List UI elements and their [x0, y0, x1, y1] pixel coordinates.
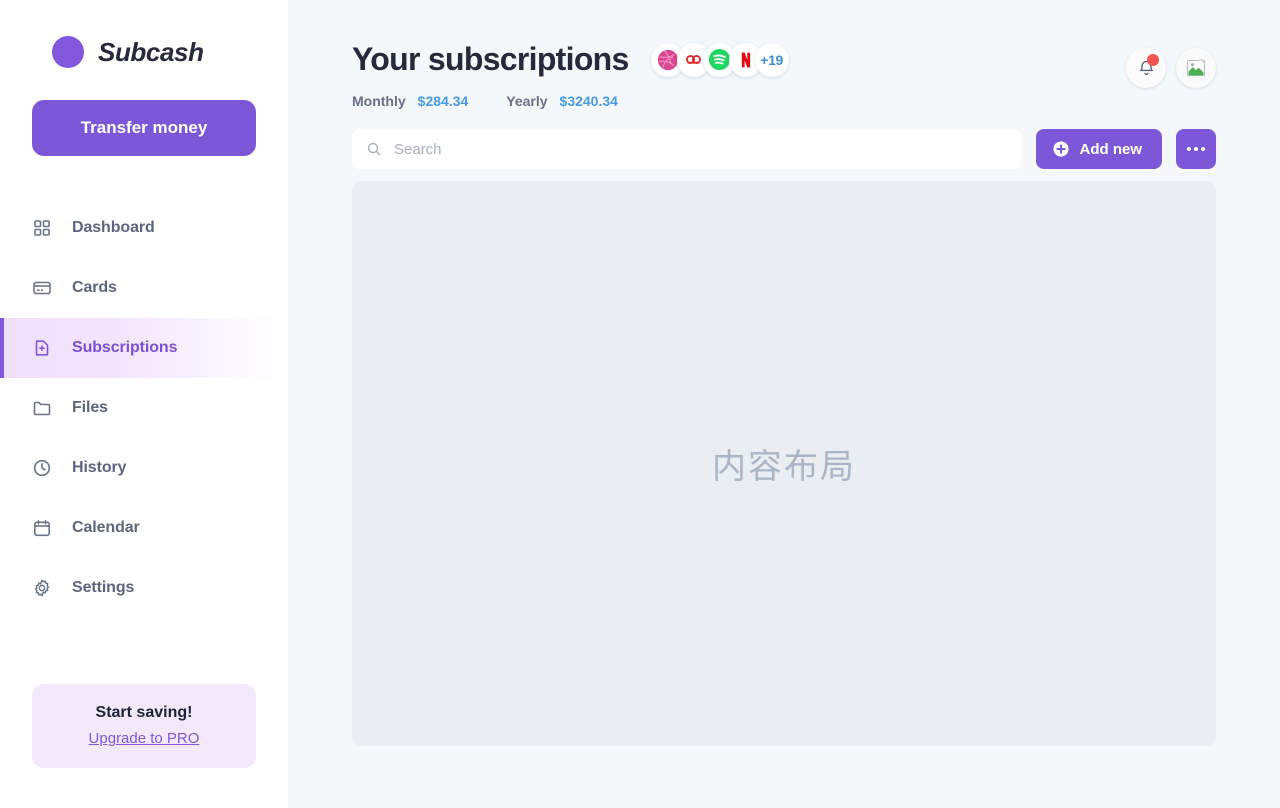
grid-icon: [32, 218, 52, 238]
monthly-label: Monthly: [352, 93, 406, 110]
monthly-value: $284.34: [417, 93, 469, 110]
notification-badge: [1147, 54, 1159, 66]
broken-image-icon: [1186, 58, 1206, 77]
header-actions: [1126, 42, 1216, 88]
subscription-brand-avatars[interactable]: +19: [650, 42, 789, 77]
toolbar: Add new: [352, 129, 1216, 170]
brand: Subcash: [0, 0, 288, 68]
transfer-money-button[interactable]: Transfer money: [32, 100, 256, 156]
sidebar-item-label: History: [72, 459, 127, 476]
add-new-button[interactable]: Add new: [1035, 129, 1162, 170]
more-subscriptions-count[interactable]: +19: [754, 42, 789, 77]
sidebar-item-subscriptions[interactable]: Subscriptions: [0, 318, 288, 378]
folder-icon: [32, 398, 52, 418]
sidebar-item-cards[interactable]: Cards: [0, 258, 288, 318]
app-root: Subcash Transfer money Dashboard Cards S…: [0, 0, 1280, 808]
promo-title: Start saving!: [95, 704, 193, 721]
avatar[interactable]: [1176, 48, 1216, 88]
yearly-value: $3240.34: [559, 93, 618, 110]
sidebar-item-files[interactable]: Files: [0, 378, 288, 438]
plus-circle-icon: [1052, 141, 1069, 157]
purple-circle-logo-icon: [52, 36, 84, 68]
credit-card-icon: [32, 278, 52, 298]
sidebar: Subcash Transfer money Dashboard Cards S…: [0, 0, 288, 808]
sidebar-item-dashboard[interactable]: Dashboard: [0, 198, 288, 258]
more-options-button[interactable]: [1176, 129, 1216, 170]
sidebar-item-label: Subscriptions: [72, 339, 178, 356]
notifications-button[interactable]: [1126, 48, 1166, 88]
page-title: Your subscriptions: [352, 41, 629, 77]
gear-icon: [32, 578, 52, 598]
yearly-label: Yearly: [506, 93, 548, 110]
sidebar-nav: Dashboard Cards Subscriptions Files Hist…: [0, 198, 288, 618]
sidebar-item-label: Files: [72, 399, 108, 416]
upgrade-promo-card: Start saving! Upgrade to PRO: [32, 684, 256, 768]
title-block: Your subscriptions +19 Monthly $284.34 Y…: [352, 41, 1126, 109]
upgrade-to-pro-link[interactable]: Upgrade to PRO: [89, 730, 200, 747]
ellipsis-icon: [1187, 147, 1205, 152]
sidebar-item-calendar[interactable]: Calendar: [0, 498, 288, 558]
sidebar-item-label: Cards: [72, 279, 117, 296]
content-placeholder-text: 内容布局: [712, 447, 856, 488]
brand-name: Subcash: [98, 36, 204, 67]
search-input[interactable]: [394, 129, 1008, 170]
add-new-label: Add new: [1079, 140, 1143, 158]
sidebar-item-settings[interactable]: Settings: [0, 558, 288, 618]
sidebar-item-label: Dashboard: [72, 219, 155, 236]
page-header: Your subscriptions +19 Monthly $284.34 Y…: [352, 0, 1216, 109]
file-plus-icon: [32, 338, 52, 358]
sidebar-item-label: Settings: [72, 579, 135, 596]
content-panel: 内容布局: [352, 181, 1216, 747]
search-field[interactable]: [352, 129, 1022, 170]
title-row: Your subscriptions +19: [352, 41, 1126, 77]
main-content: Your subscriptions +19 Monthly $284.34 Y…: [288, 0, 1280, 808]
subscription-stats: Monthly $284.34 Yearly $3240.34: [352, 93, 1126, 109]
clock-icon: [32, 458, 52, 478]
search-icon: [367, 143, 381, 156]
calendar-icon: [32, 518, 52, 538]
sidebar-item-history[interactable]: History: [0, 438, 288, 498]
sidebar-item-label: Calendar: [72, 519, 140, 536]
